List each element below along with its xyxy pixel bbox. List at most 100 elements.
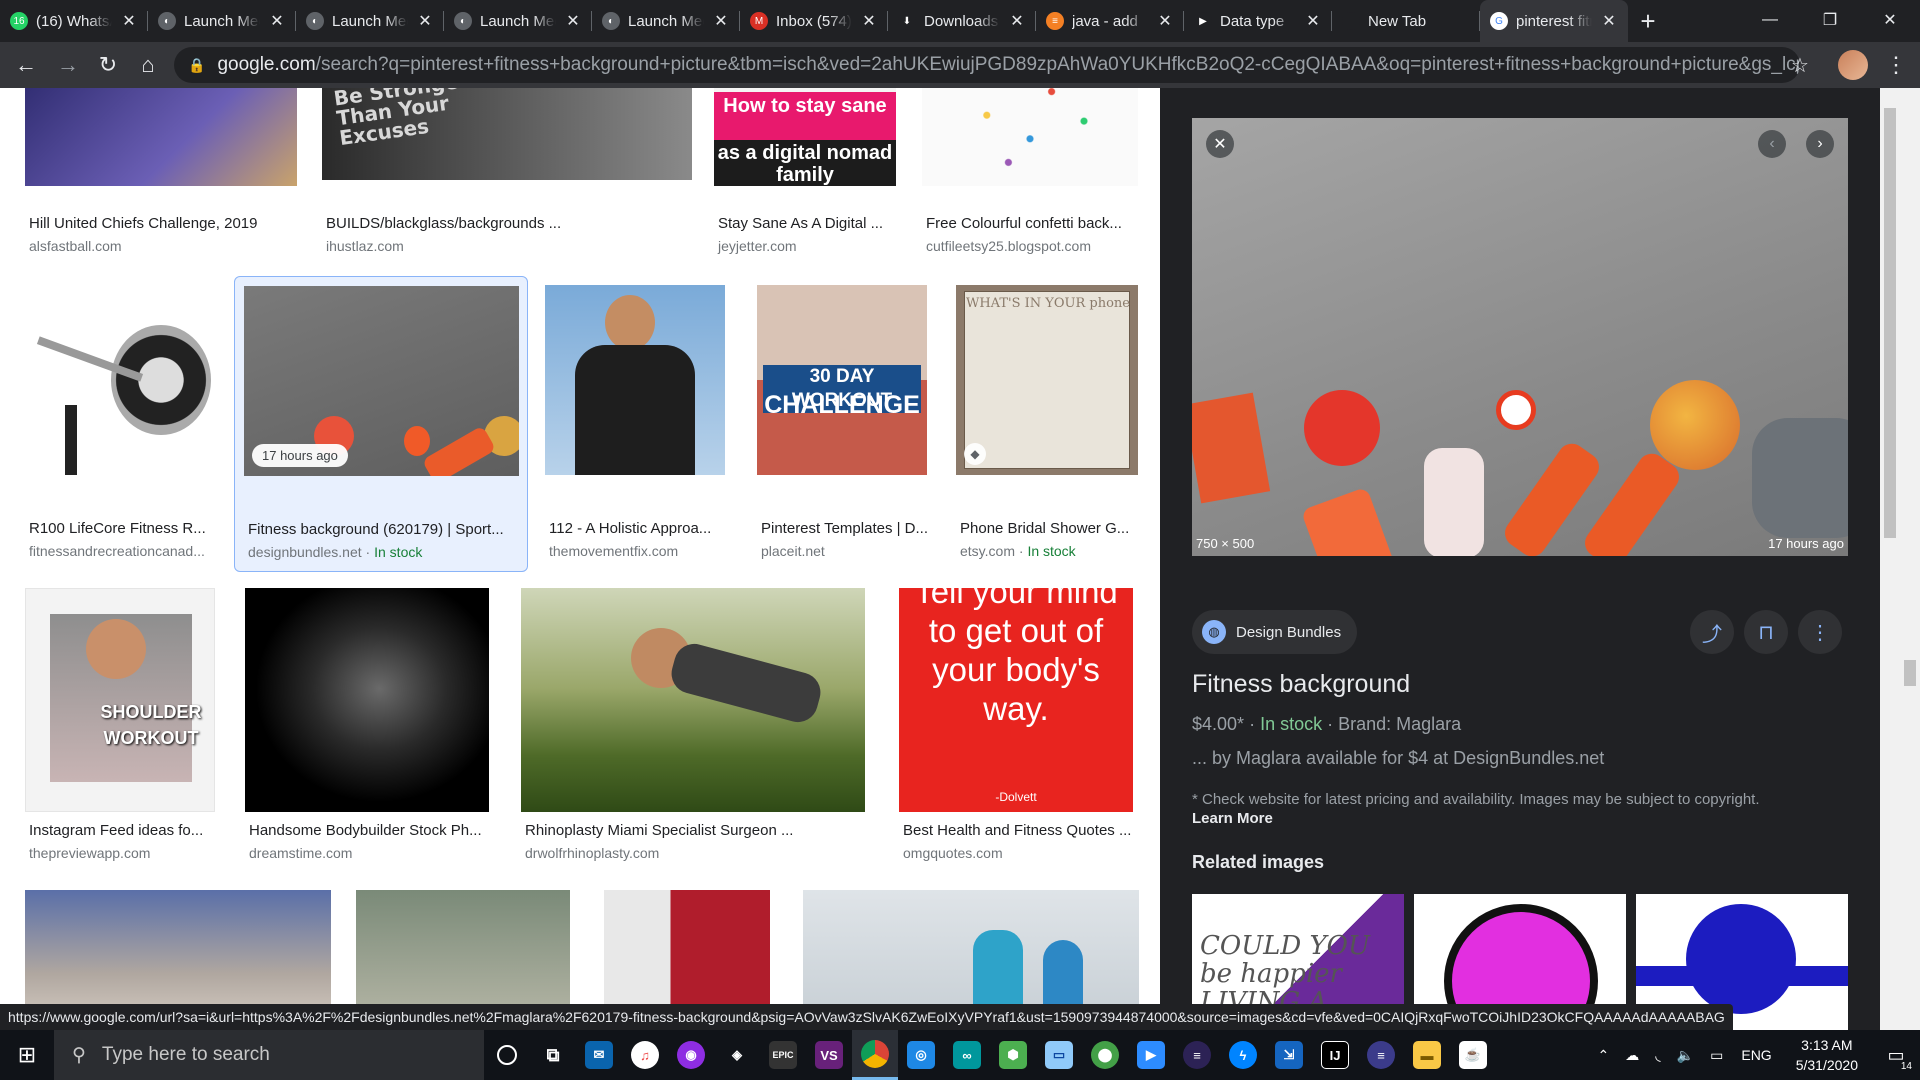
close-window-button[interactable]: ✕ — [1860, 0, 1920, 40]
result-title[interactable]: Fitness background (620179) | Sport... — [248, 521, 518, 538]
previous-image-button[interactable]: ‹ — [1758, 130, 1786, 158]
eclipse-icon[interactable]: ≡ — [1174, 1030, 1220, 1080]
java-icon[interactable]: ☕ — [1450, 1030, 1496, 1080]
result-card[interactable]: Tell your mind to get out of your body's… — [899, 588, 1133, 812]
result-thumbnail[interactable] — [25, 88, 297, 186]
result-card[interactable] — [545, 285, 727, 530]
learn-more-link[interactable]: Learn More — [1192, 810, 1273, 827]
browser-tab[interactable]: ◐ Launch Meeting ✕ — [444, 0, 592, 42]
result-label[interactable]: Best Health and Fitness Quotes ... omgqu… — [899, 822, 1133, 872]
messenger-icon[interactable]: ϟ — [1220, 1030, 1266, 1080]
preview-image[interactable] — [1192, 118, 1848, 556]
chrome-icon[interactable] — [852, 1030, 898, 1080]
result-label[interactable]: Handsome Bodybuilder Stock Ph... dreamst… — [245, 822, 489, 872]
result-title[interactable]: BUILDS/blackglass/backgrounds ... — [326, 215, 686, 232]
volume-icon[interactable]: 🔈 — [1669, 1047, 1702, 1064]
result-thumbnail[interactable]: WHAT'S IN YOUR phone ◆ — [956, 285, 1138, 475]
browser-tab[interactable]: ≡ java - add ✕ — [1036, 0, 1184, 42]
save-bookmark-button[interactable]: ⊓ — [1744, 610, 1788, 654]
result-title[interactable]: Hill United Chiefs Challenge, 2019 — [29, 215, 297, 232]
new-tab-button[interactable]: + — [1628, 0, 1668, 42]
result-title[interactable]: Stay Sane As A Digital ... — [718, 215, 896, 232]
result-title[interactable]: Best Health and Fitness Quotes ... — [903, 822, 1133, 839]
minimize-button[interactable]: — — [1740, 0, 1800, 40]
result-thumbnail[interactable]: 17 hours ago — [244, 286, 519, 476]
result-thumbnail[interactable]: Tell your mind to get out of your body's… — [899, 588, 1133, 812]
result-thumbnail[interactable]: SHOULDER WORKOUT — [25, 588, 215, 812]
result-card[interactable]: SHOULDER WORKOUT — [25, 588, 215, 812]
forward-button[interactable]: → — [48, 45, 88, 85]
tab-close-icon[interactable]: ✕ — [1156, 11, 1174, 31]
result-card[interactable]: Be Stronger Than Your Excuses — [322, 88, 692, 218]
result-title[interactable]: R100 LifeCore Fitness R... — [29, 520, 219, 537]
result-label[interactable]: Stay Sane As A Digital ... jeyjetter.com — [714, 215, 896, 265]
task-view-icon[interactable]: ⧉ — [530, 1030, 576, 1080]
result-thumbnail[interactable]: ◆ — [25, 285, 221, 475]
result-title[interactable]: Free Colourful confetti back... — [926, 215, 1138, 232]
result-title[interactable]: Handsome Bodybuilder Stock Ph... — [249, 822, 489, 839]
result-title[interactable]: Pinterest Templates | D... — [761, 520, 929, 537]
windows-start-icon[interactable]: ⊞ — [0, 1030, 54, 1080]
maps-icon[interactable]: ⬤ — [1082, 1030, 1128, 1080]
result-title[interactable]: Instagram Feed ideas fo... — [29, 822, 215, 839]
tab-close-icon[interactable]: ✕ — [564, 11, 582, 31]
remote-desktop-icon[interactable]: ⇲ — [1266, 1030, 1312, 1080]
notes-icon[interactable]: ▭ — [1036, 1030, 1082, 1080]
result-title[interactable]: Rhinoplasty Miami Specialist Surgeon ... — [525, 822, 865, 839]
result-thumbnail[interactable] — [245, 588, 489, 812]
result-label[interactable]: Instagram Feed ideas fo... thepreviewapp… — [25, 822, 215, 872]
arduino-icon[interactable]: ∞ — [944, 1030, 990, 1080]
tray-overflow-icon[interactable]: ⌃ — [1590, 1047, 1618, 1064]
tab-close-icon[interactable]: ✕ — [268, 11, 286, 31]
tab-close-icon[interactable]: ✕ — [860, 11, 878, 31]
cube-icon[interactable]: ⬢ — [990, 1030, 1036, 1080]
clock[interactable]: 3:13 AM 5/31/2020 — [1782, 1035, 1872, 1075]
result-label[interactable]: 112 - A Holistic Approa... themovementfi… — [545, 520, 727, 570]
share-button[interactable]: ⤴ — [1690, 610, 1734, 654]
wifi-icon[interactable]: ◟ — [1647, 1047, 1668, 1064]
result-card[interactable] — [25, 88, 297, 218]
tab-close-icon[interactable]: ✕ — [1304, 11, 1322, 31]
result-card[interactable]: WHAT'S IN YOUR phone ◆ — [956, 285, 1138, 530]
result-thumbnail[interactable]: Be Stronger Than Your Excuses — [322, 88, 692, 180]
browser-tab[interactable]: ◐ Launch Meeting ✕ — [592, 0, 740, 42]
home-button[interactable]: ⌂ — [128, 45, 168, 85]
next-image-button[interactable]: › — [1806, 130, 1834, 158]
browser-tab[interactable]: 16 (16) WhatsApp ✕ — [0, 0, 148, 42]
result-card[interactable]: 30 DAY WORKOUT CHALLENGE — [757, 285, 929, 530]
result-label[interactable]: BUILDS/blackglass/backgrounds ... ihustl… — [322, 215, 692, 265]
result-card[interactable] — [245, 588, 489, 812]
result-label[interactable]: Free Colourful confetti back... cutfilee… — [922, 215, 1138, 265]
result-card[interactable] — [521, 588, 865, 812]
result-title[interactable]: 112 - A Holistic Approa... — [549, 520, 727, 537]
result-thumbnail[interactable] — [521, 588, 865, 812]
back-button[interactable]: ← — [6, 45, 46, 85]
taskbar-search[interactable]: ⚲ Type here to search — [54, 1030, 484, 1080]
battery-icon[interactable]: ▭ — [1702, 1047, 1731, 1064]
result-title[interactable]: Phone Bridal Shower G... — [960, 520, 1138, 537]
language-indicator[interactable]: ENG — [1731, 1047, 1781, 1063]
result-card[interactable] — [922, 88, 1138, 218]
result-label[interactable]: Phone Bridal Shower G... etsy.com · In s… — [956, 520, 1138, 570]
result-card[interactable]: ◆ — [25, 285, 221, 530]
notifications-icon[interactable]: ▭ 14 — [1872, 1030, 1920, 1080]
reload-button[interactable]: ↻ — [88, 45, 128, 85]
result-label[interactable]: Rhinoplasty Miami Specialist Surgeon ...… — [521, 822, 865, 872]
site-chip[interactable]: ◍ Design Bundles — [1192, 610, 1358, 654]
tab-close-icon[interactable]: ✕ — [1600, 11, 1618, 31]
epic-games-icon[interactable]: EPIC — [760, 1030, 806, 1080]
result-thumbnail[interactable]: 30 DAY WORKOUT CHALLENGE — [757, 285, 927, 475]
result-card-selected[interactable]: 17 hours ago Fitness background (620179)… — [234, 276, 528, 572]
mail-icon[interactable]: ✉ — [576, 1030, 622, 1080]
unity-icon[interactable]: ◈ — [714, 1030, 760, 1080]
browser-tab[interactable]: ◐ Launch Meeting ✕ — [296, 0, 444, 42]
tab-close-icon[interactable]: ✕ — [120, 11, 138, 31]
podcast-icon[interactable]: ◉ — [668, 1030, 714, 1080]
page-scrollbar[interactable] — [1900, 88, 1920, 1030]
instagram-icon[interactable]: ◎ — [898, 1030, 944, 1080]
maximize-button[interactable]: ❐ — [1800, 0, 1860, 40]
zoom-icon[interactable]: ▶ — [1128, 1030, 1174, 1080]
browser-tab[interactable]: ⬇ Downloads ✕ — [888, 0, 1036, 42]
result-label[interactable]: Hill United Chiefs Challenge, 2019 alsfa… — [25, 215, 297, 265]
result-label[interactable]: R100 LifeCore Fitness R... fitnessandrec… — [25, 520, 221, 570]
